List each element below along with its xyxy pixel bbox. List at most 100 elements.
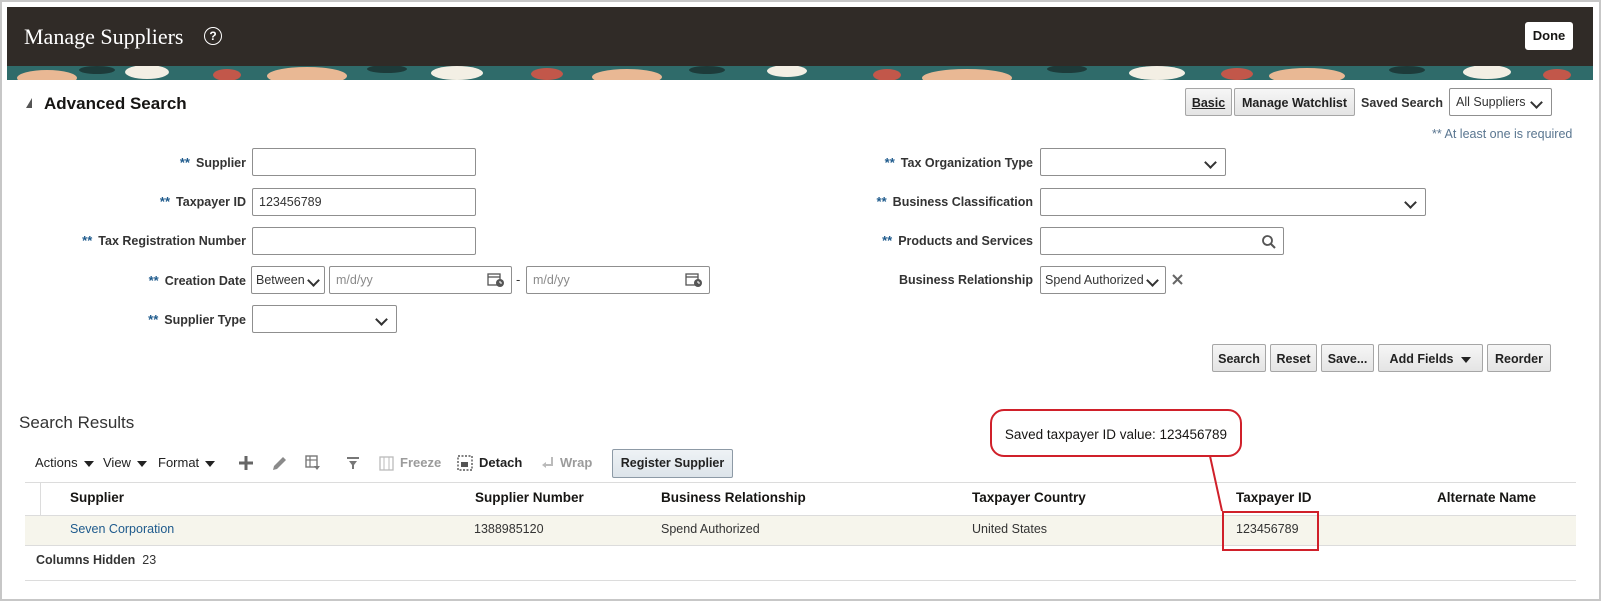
column-header-taxpayer-country[interactable]: Taxpayer Country bbox=[972, 490, 1086, 505]
supplier-input[interactable] bbox=[252, 148, 476, 176]
business-classification-label-text: Business Classification bbox=[892, 195, 1033, 209]
business-relationship-label: Business Relationship bbox=[898, 273, 1033, 287]
saved-search-label: Saved Search bbox=[1361, 96, 1443, 110]
search-button[interactable]: Search bbox=[1212, 344, 1266, 372]
date-placeholder: m/d/yy bbox=[336, 273, 373, 287]
required-marker: ** bbox=[876, 194, 887, 209]
taxpayer-id-input[interactable]: 123456789 bbox=[252, 188, 476, 216]
supplier-link[interactable]: Seven Corporation bbox=[70, 522, 174, 536]
table-header-border bbox=[25, 482, 1576, 483]
chevron-down-icon bbox=[307, 274, 320, 287]
decorative-banner bbox=[7, 66, 1593, 80]
query-by-example-icon[interactable] bbox=[304, 454, 322, 472]
remove-icon[interactable] bbox=[1172, 274, 1183, 285]
highlight-box bbox=[1222, 511, 1319, 551]
help-icon[interactable]: ? bbox=[204, 27, 222, 45]
tax-org-type-label-text: Tax Organization Type bbox=[900, 156, 1033, 170]
business-relationship-select[interactable]: Spend Authorized bbox=[1040, 266, 1166, 294]
basic-button[interactable]: Basic bbox=[1185, 88, 1232, 116]
taxpayer-id-value: 123456789 bbox=[259, 195, 322, 209]
format-menu[interactable]: Format bbox=[158, 455, 216, 470]
calendar-icon[interactable] bbox=[487, 272, 505, 288]
reset-button[interactable]: Reset bbox=[1270, 344, 1317, 372]
creation-date-to-input[interactable]: m/d/yy bbox=[526, 266, 710, 294]
freeze-button: Freeze bbox=[400, 455, 442, 470]
taxpayer-country-cell: United States bbox=[972, 522, 1048, 536]
wrap-icon bbox=[542, 457, 553, 468]
table-footer-border bbox=[25, 580, 1576, 581]
caret-down-icon bbox=[83, 460, 94, 467]
chevron-down-icon bbox=[1530, 96, 1543, 109]
tax-registration-input[interactable] bbox=[252, 227, 476, 255]
reorder-button[interactable]: Reorder bbox=[1487, 344, 1551, 372]
advanced-search-title: Advanced Search bbox=[44, 94, 187, 113]
edit-pencil-icon[interactable] bbox=[271, 455, 288, 472]
detach-icon[interactable] bbox=[457, 455, 473, 471]
actions-menu[interactable]: Actions bbox=[35, 455, 94, 470]
taxpayer-id-label-text: Taxpayer ID bbox=[176, 195, 246, 209]
app-window: Manage Suppliers ? Done Advanced Search … bbox=[0, 0, 1601, 601]
columns-hidden-count: 23 bbox=[142, 553, 157, 567]
saved-search-value: All Suppliers bbox=[1456, 95, 1526, 109]
detach-button[interactable]: Detach bbox=[479, 455, 522, 470]
supplier-number-cell: 1388985120 bbox=[474, 522, 544, 536]
search-results-title: Search Results bbox=[19, 413, 135, 432]
column-header-supplier[interactable]: Supplier bbox=[70, 490, 124, 505]
column-header-alternate-name[interactable]: Alternate Name bbox=[1437, 490, 1536, 505]
calendar-icon[interactable] bbox=[685, 272, 703, 288]
business-classification-select[interactable] bbox=[1040, 188, 1426, 216]
required-marker: ** bbox=[882, 233, 893, 248]
format-label: Format bbox=[158, 455, 200, 470]
basic-label: Basic bbox=[1191, 96, 1226, 110]
products-services-input[interactable] bbox=[1040, 227, 1284, 255]
done-button[interactable]: Done bbox=[1525, 22, 1573, 50]
chevron-down-icon bbox=[1204, 156, 1217, 169]
columns-hidden-status: Columns Hidden 23 bbox=[36, 553, 156, 567]
creation-date-operator-select[interactable]: Between bbox=[251, 266, 325, 294]
business-classification-label: ** Business Classification bbox=[822, 194, 1033, 209]
manage-watchlist-button[interactable]: Manage Watchlist bbox=[1234, 88, 1355, 116]
chevron-down-icon bbox=[375, 313, 388, 326]
creation-date-operator-value: Between bbox=[256, 273, 305, 287]
table-row[interactable] bbox=[25, 515, 1576, 546]
register-supplier-button[interactable]: Register Supplier bbox=[612, 449, 733, 478]
collapse-triangle-icon[interactable] bbox=[26, 98, 32, 108]
callout-pointer bbox=[1209, 455, 1223, 512]
taxpayer-id-label: ** Taxpayer ID bbox=[102, 194, 246, 209]
annotation-callout: Saved taxpayer ID value: 123456789 bbox=[990, 409, 1242, 457]
add-icon[interactable] bbox=[238, 455, 254, 471]
filter-icon[interactable] bbox=[345, 454, 363, 472]
add-fields-button[interactable]: Add Fields bbox=[1378, 344, 1483, 372]
required-note: ** At least one is required bbox=[1432, 127, 1573, 141]
supplier-type-select[interactable] bbox=[252, 305, 397, 333]
saved-search-select[interactable]: All Suppliers bbox=[1449, 88, 1552, 116]
tax-registration-label: ** Tax Registration Number bbox=[42, 233, 246, 248]
date-placeholder: m/d/yy bbox=[533, 273, 570, 287]
tax-org-type-label: ** Tax Organization Type bbox=[822, 155, 1033, 170]
page-title: Manage Suppliers bbox=[24, 24, 184, 49]
caret-down-icon bbox=[1461, 356, 1472, 363]
search-icon[interactable] bbox=[1261, 234, 1277, 250]
caret-down-icon bbox=[136, 460, 147, 467]
column-header-supplier-number[interactable]: Supplier Number bbox=[475, 490, 584, 505]
creation-date-label-text: Creation Date bbox=[164, 274, 246, 288]
save-button[interactable]: Save... bbox=[1321, 344, 1374, 372]
columns-hidden-label: Columns Hidden bbox=[36, 553, 136, 567]
supplier-label: ** Supplier bbox=[102, 155, 246, 170]
column-header-taxpayer-id[interactable]: Taxpayer ID bbox=[1236, 490, 1312, 505]
required-marker: ** bbox=[82, 233, 93, 248]
view-menu[interactable]: View bbox=[103, 455, 147, 470]
business-relationship-value: Spend Authorized bbox=[1045, 273, 1144, 287]
required-marker: ** bbox=[179, 155, 190, 170]
products-services-label-text: Products and Services bbox=[898, 234, 1033, 248]
products-services-label: ** Products and Services bbox=[822, 233, 1033, 248]
required-marker: ** bbox=[148, 273, 159, 288]
actions-label: Actions bbox=[35, 455, 78, 470]
supplier-type-label: ** Supplier Type bbox=[102, 312, 246, 327]
tax-org-type-select[interactable] bbox=[1040, 148, 1226, 176]
caret-down-icon bbox=[205, 460, 216, 467]
creation-date-from-input[interactable]: m/d/yy bbox=[329, 266, 512, 294]
supplier-type-label-text: Supplier Type bbox=[164, 313, 246, 327]
column-header-business-relationship[interactable]: Business Relationship bbox=[661, 490, 806, 505]
business-relationship-cell: Spend Authorized bbox=[661, 522, 760, 536]
